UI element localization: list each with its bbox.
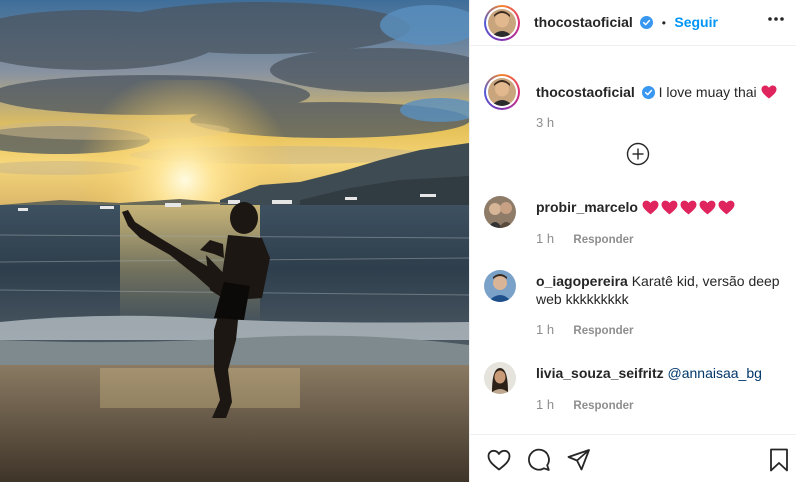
post-header: thocostaoficial • Seguir bbox=[470, 0, 796, 46]
caption-username[interactable]: thocostaoficial bbox=[536, 84, 635, 100]
caption-text: I love muay thai bbox=[658, 84, 757, 100]
caption-author-avatar[interactable] bbox=[484, 74, 520, 110]
caption: thocostaoficial I love muay thai 3 h bbox=[536, 83, 786, 130]
comment-username[interactable]: o_iagopereira bbox=[536, 273, 628, 289]
author-avatar[interactable] bbox=[484, 5, 520, 41]
separator-dot: • bbox=[661, 16, 666, 30]
more-options-icon[interactable] bbox=[767, 16, 785, 22]
comment-item: livia_souza_seifritz @annaisaa_bg 1 h Re… bbox=[484, 362, 784, 418]
comment-item: probir_marcelo 1 h Responder bbox=[484, 196, 784, 256]
reply-button[interactable]: Responder bbox=[573, 400, 633, 412]
bookmark-icon[interactable] bbox=[766, 447, 792, 473]
verified-badge-icon bbox=[641, 86, 655, 99]
red-heart-emoji-icon bbox=[680, 200, 697, 215]
comment-timestamp: 1 h bbox=[536, 231, 555, 246]
post-photo[interactable] bbox=[0, 0, 469, 482]
reply-button[interactable]: Responder bbox=[573, 234, 633, 246]
share-icon[interactable] bbox=[566, 447, 592, 473]
comment-icon[interactable] bbox=[526, 447, 552, 473]
red-heart-emoji-icon bbox=[761, 85, 777, 99]
heart-icon[interactable] bbox=[486, 447, 512, 473]
comment-username[interactable]: probir_marcelo bbox=[536, 199, 638, 215]
red-heart-emoji-icon bbox=[718, 200, 735, 215]
red-heart-emoji-icon bbox=[661, 200, 678, 215]
mention-link[interactable]: @annaisaa_bg bbox=[668, 365, 762, 381]
comment-item: o_iagopereira Karatê kid, versão deep we… bbox=[484, 270, 784, 340]
author-username[interactable]: thocostaoficial bbox=[534, 14, 633, 30]
comment-timestamp: 1 h bbox=[536, 322, 555, 337]
red-heart-emoji-icon bbox=[642, 200, 659, 215]
comment-username[interactable]: livia_souza_seifritz bbox=[536, 365, 664, 381]
commenter-avatar[interactable] bbox=[484, 270, 516, 302]
follow-button[interactable]: Seguir bbox=[674, 14, 718, 30]
post-side-panel: thocostaoficial • Seguir thocostaoficial… bbox=[469, 0, 796, 482]
caption-timestamp: 3 h bbox=[536, 115, 555, 130]
red-heart-emoji-icon bbox=[699, 200, 716, 215]
action-bar bbox=[470, 434, 796, 482]
commenter-avatar[interactable] bbox=[484, 196, 516, 228]
add-circle-icon[interactable] bbox=[626, 142, 650, 166]
reply-button[interactable]: Responder bbox=[573, 325, 633, 337]
heart-emojis bbox=[642, 199, 737, 215]
commenter-avatar[interactable] bbox=[484, 362, 516, 394]
verified-badge-icon bbox=[640, 16, 654, 29]
comment-timestamp: 1 h bbox=[536, 397, 555, 412]
